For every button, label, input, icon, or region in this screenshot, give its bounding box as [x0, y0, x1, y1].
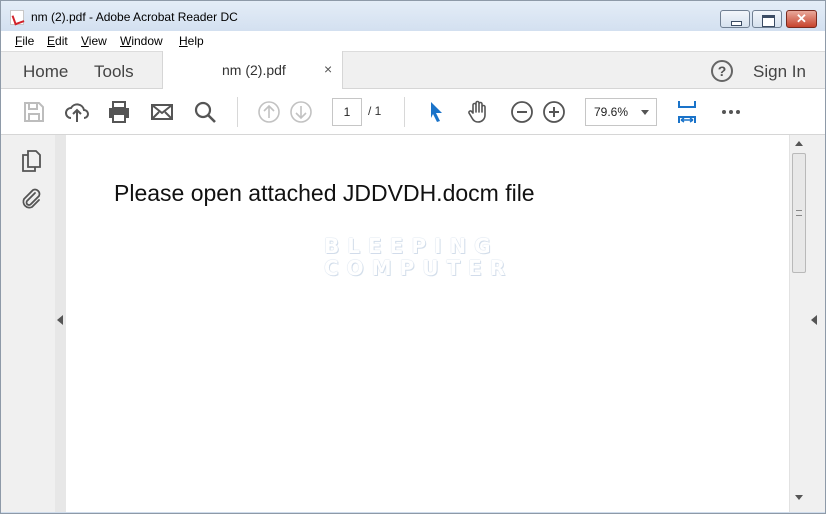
menu-window[interactable]: Window: [120, 34, 163, 48]
chevron-down-icon: [641, 110, 649, 115]
save-icon[interactable]: [21, 99, 47, 125]
minimize-icon: [721, 11, 749, 27]
toolbar-divider: [237, 97, 238, 127]
page-up-icon[interactable]: [256, 99, 282, 125]
menu-bar: File Edit View Window Help: [1, 31, 825, 51]
tab-document-label: nm (2).pdf: [222, 62, 286, 78]
upload-icon[interactable]: [64, 99, 90, 125]
more-icon[interactable]: [718, 99, 744, 125]
zoom-in-icon[interactable]: [541, 99, 567, 125]
left-panel-toggle[interactable]: [55, 135, 66, 512]
page-total: / 1: [368, 104, 382, 118]
sign-in-link[interactable]: Sign In: [753, 62, 806, 82]
page-down-icon[interactable]: [288, 99, 314, 125]
maximize-icon: [753, 11, 781, 27]
nav-tools[interactable]: Tools: [94, 62, 134, 82]
tab-document[interactable]: nm (2).pdf ×: [162, 51, 343, 89]
page-number-input[interactable]: 1: [332, 98, 362, 126]
window-title: nm (2).pdf - Adobe Acrobat Reader DC: [31, 10, 238, 24]
hand-tool-icon[interactable]: [466, 99, 492, 125]
select-cursor-icon[interactable]: [423, 99, 449, 125]
scroll-up-arrow-icon[interactable]: [795, 141, 803, 146]
nav-home[interactable]: Home: [23, 62, 68, 82]
right-panel-toggle[interactable]: [807, 135, 825, 512]
attachments-icon[interactable]: [20, 187, 42, 211]
chevron-left-icon: [57, 315, 63, 325]
chevron-left-icon: [811, 315, 817, 325]
minimize-button[interactable]: [720, 10, 750, 28]
left-side-panel: [1, 135, 55, 512]
watermark-line-2: COMPUTER: [324, 256, 514, 280]
app-window: nm (2).pdf - Adobe Acrobat Reader DC ✕ F…: [0, 0, 826, 514]
close-icon: ✕: [796, 11, 807, 26]
watermark-line-1: BLEEPING: [324, 234, 499, 258]
zoom-value: 79.6%: [594, 105, 629, 119]
print-icon[interactable]: [106, 99, 132, 125]
watermark: BLEEPING COMPUTER: [324, 235, 513, 279]
menu-view[interactable]: View: [81, 34, 107, 48]
scrollbar-thumb[interactable]: [792, 153, 806, 273]
title-bar: nm (2).pdf - Adobe Acrobat Reader DC ✕: [1, 1, 825, 31]
acrobat-pdf-icon: [10, 10, 24, 25]
menu-edit[interactable]: Edit: [47, 34, 68, 48]
toolbar-divider: [404, 97, 405, 127]
email-icon[interactable]: [149, 99, 175, 125]
document-page: Please open attached JDDVDH.docm file BL…: [66, 135, 789, 512]
vertical-scrollbar[interactable]: [789, 135, 807, 512]
menu-help[interactable]: Help: [179, 34, 204, 48]
close-window-button[interactable]: ✕: [786, 10, 817, 28]
help-icon[interactable]: ?: [711, 60, 733, 82]
page-thumbnails-icon[interactable]: [20, 149, 42, 173]
tab-bar: Home Tools nm (2).pdf × ? Sign In: [1, 51, 825, 89]
tab-close-icon[interactable]: ×: [324, 61, 332, 77]
search-icon[interactable]: [192, 99, 218, 125]
grip-icon: [796, 210, 802, 216]
toolbar: 1 / 1 79.6%: [1, 89, 825, 135]
zoom-select[interactable]: 79.6%: [585, 98, 657, 126]
document-text: Please open attached JDDVDH.docm file: [114, 180, 535, 206]
zoom-out-icon[interactable]: [509, 99, 535, 125]
fit-width-icon[interactable]: [674, 99, 700, 125]
menu-file[interactable]: File: [15, 34, 34, 48]
scroll-down-arrow-icon[interactable]: [795, 495, 803, 500]
maximize-button[interactable]: [752, 10, 782, 28]
